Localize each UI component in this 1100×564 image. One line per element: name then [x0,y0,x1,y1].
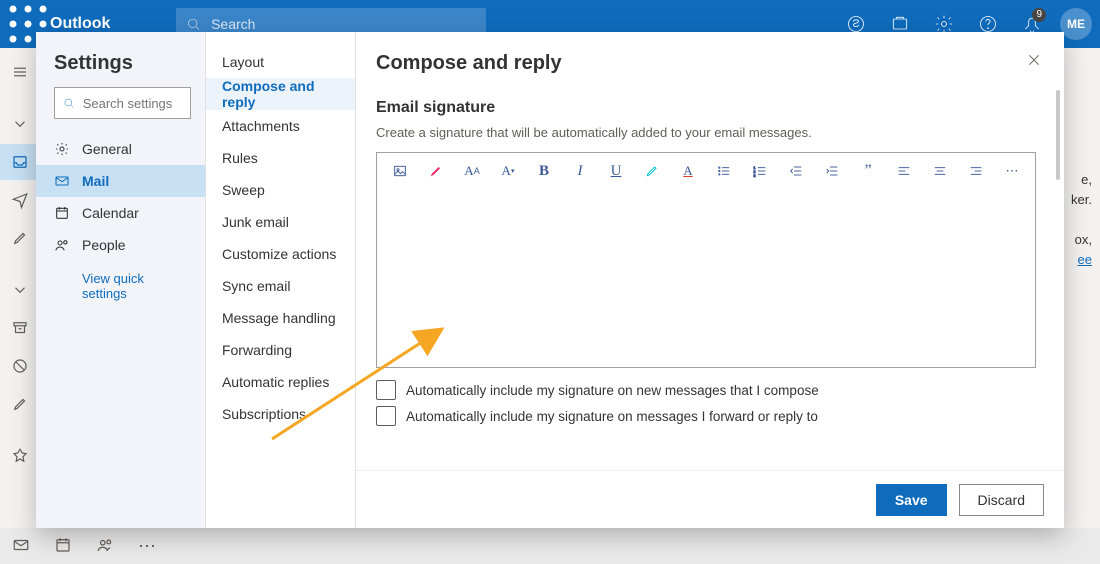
dialog-footer: Save Discard [356,470,1064,528]
pen-icon[interactable] [643,162,661,180]
checkbox-new-messages-row: Automatically include my signature on ne… [376,380,1036,400]
svg-text:3: 3 [753,173,756,178]
settings-panel: Compose and reply Email signature Create… [356,32,1064,528]
settings-sublist: Layout Compose and reply Attachments Rul… [206,32,356,528]
bottom-rail: ⋯ [0,528,1100,564]
insert-image-icon[interactable] [391,162,409,180]
people-module-icon[interactable] [96,536,114,557]
align-center-icon[interactable] [931,162,949,180]
sent-icon[interactable] [0,182,40,218]
editor-toolbar: AA A▾ B I U A 123 ” ⋯ [377,153,1035,189]
settings-dialog: Settings General Mail Calendar People Vi… [36,32,1064,528]
chevron-down-icon[interactable] [0,272,40,308]
chevron-down-icon[interactable] [0,106,40,142]
sub-compose-reply[interactable]: Compose and reply [206,78,355,110]
nav-calendar[interactable]: Calendar [36,197,205,229]
sub-junk[interactable]: Junk email [206,206,355,238]
nav-mail[interactable]: Mail [36,165,205,197]
font-family-icon[interactable]: AA [463,162,481,180]
drafts-icon[interactable] [0,220,40,256]
more-modules-icon[interactable]: ⋯ [138,536,158,557]
sub-attachments[interactable]: Attachments [206,110,355,142]
align-right-icon[interactable] [967,162,985,180]
outdent-icon[interactable] [787,162,805,180]
sub-subscriptions[interactable]: Subscriptions [206,398,355,430]
view-quick-settings-link[interactable]: View quick settings [82,271,191,301]
settings-title: Settings [54,52,191,75]
quote-icon[interactable]: ” [859,162,877,180]
settings-search-input[interactable] [83,96,182,111]
sub-sync-email[interactable]: Sync email [206,270,355,302]
more-format-icon[interactable]: ⋯ [1003,162,1021,180]
brand-label: Outlook [50,15,110,33]
section-desc: Create a signature that will be automati… [376,125,1036,140]
save-button[interactable]: Save [876,484,947,516]
settings-nav: Settings General Mail Calendar People Vi… [36,32,206,528]
checkbox-new-messages[interactable] [376,380,396,400]
panel-title: Compose and reply [376,52,1036,75]
block-icon[interactable] [0,348,40,384]
checkbox-new-messages-label: Automatically include my signature on ne… [406,383,819,398]
hamburger-icon[interactable] [0,54,40,90]
checkbox-forward-reply-label: Automatically include my signature on me… [406,409,818,424]
sub-rules[interactable]: Rules [206,142,355,174]
font-color-icon[interactable]: A [679,162,697,180]
mail-module-icon[interactable] [12,536,30,557]
italic-icon[interactable]: I [571,162,589,180]
close-icon[interactable] [1026,52,1042,71]
underline-icon[interactable]: U [607,162,625,180]
scrollbar[interactable] [1056,90,1060,180]
signature-editor[interactable]: AA A▾ B I U A 123 ” ⋯ [376,152,1036,368]
nav-people[interactable]: People [36,229,205,261]
left-rail [0,48,40,528]
search-input[interactable] [211,16,476,32]
checkbox-forward-reply-row: Automatically include my signature on me… [376,406,1036,426]
sub-sweep[interactable]: Sweep [206,174,355,206]
avatar[interactable]: ME [1060,8,1092,40]
background-text: e, ker. ox, ee [1071,170,1092,270]
bullet-list-icon[interactable] [715,162,733,180]
notification-badge: 9 [1032,8,1046,22]
indent-icon[interactable] [823,162,841,180]
sub-customize-actions[interactable]: Customize actions [206,238,355,270]
editor-body[interactable] [377,189,1035,367]
nav-general[interactable]: General [36,133,205,165]
sub-automatic-replies[interactable]: Automatic replies [206,366,355,398]
sub-layout[interactable]: Layout [206,46,355,78]
calendar-module-icon[interactable] [54,536,72,557]
premium-icon[interactable] [0,438,40,474]
settings-search[interactable] [54,87,191,119]
bold-icon[interactable]: B [535,162,553,180]
font-size-icon[interactable]: A▾ [499,162,517,180]
sub-forwarding[interactable]: Forwarding [206,334,355,366]
discard-button[interactable]: Discard [959,484,1044,516]
inbox-icon[interactable] [0,144,40,180]
archive-icon[interactable] [0,310,40,346]
highlight-icon[interactable] [427,162,445,180]
notes-icon[interactable] [0,386,40,422]
checkbox-forward-reply[interactable] [376,406,396,426]
sub-message-handling[interactable]: Message handling [206,302,355,334]
numbered-list-icon[interactable]: 123 [751,162,769,180]
section-title: Email signature [376,99,1036,117]
align-left-icon[interactable] [895,162,913,180]
